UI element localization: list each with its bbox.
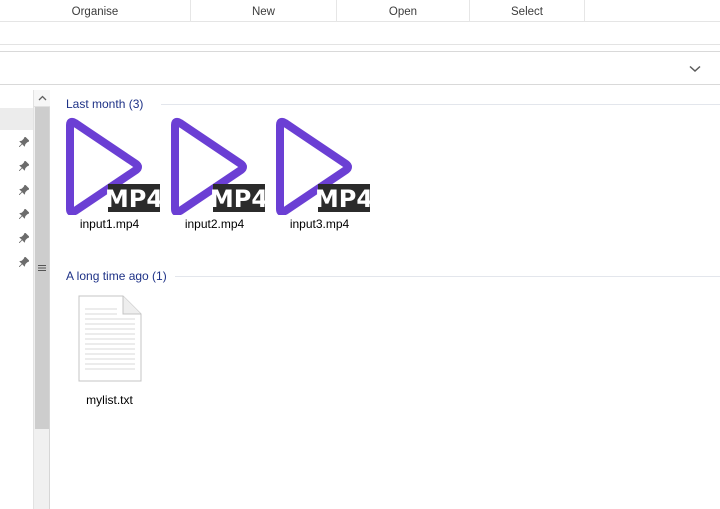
mp4-badge: MP4 [314,185,369,213]
file-name: input1.mp4 [79,217,140,231]
scroll-up-arrow-icon [38,95,46,101]
pin-icon [19,209,29,219]
file-item[interactable]: MP4 input1.mp4 [57,117,162,231]
mp4-video-file-icon: MP4 [170,117,265,215]
ribbon-group-open: Open [337,0,470,22]
nav-scrollbar[interactable] [33,90,50,509]
mp4-video-file-icon: MP4 [65,117,160,215]
ribbon-group-labels: Organise New Open Select [0,0,720,22]
file-item[interactable]: MP4 input2.mp4 [162,117,267,231]
address-bar[interactable] [0,51,720,85]
group-title: A long time ago (1) [66,269,167,283]
group-header-long-time-ago[interactable]: A long time ago (1) [66,268,167,284]
nav-selected-item[interactable] [0,108,33,130]
scroll-thumb[interactable] [35,107,49,429]
ribbon-group-organise: Organise [0,0,191,22]
ribbon-group-select: Select [470,0,585,22]
pin-icon [19,233,29,243]
pin-icon [19,257,29,267]
group-title: Last month (3) [66,97,144,111]
group-divider [161,104,720,105]
pin-icon [19,185,29,195]
toolbar-strip [0,23,720,45]
pin-icon [19,161,29,171]
scroll-up-button[interactable] [34,90,50,107]
text-document-icon [78,295,141,382]
grip-icon [38,265,46,271]
group-header-last-month[interactable]: Last month (3) [66,96,143,112]
ribbon-group-new: New [191,0,337,22]
address-dropdown-button[interactable] [686,60,704,78]
file-name: input3.mp4 [289,217,350,231]
file-list-content: Last month (3) MP4 input1.mp4 MP4 input2… [51,90,720,509]
file-item[interactable]: mylist.txt [57,295,162,407]
group-divider [175,276,720,277]
file-name: input2.mp4 [184,217,245,231]
mp4-badge: MP4 [209,185,264,213]
chevron-down-icon [689,65,701,73]
mp4-video-file-icon: MP4 [275,117,370,215]
pin-icon [19,137,29,147]
file-name: mylist.txt [86,393,133,407]
file-item[interactable]: MP4 input3.mp4 [267,117,372,231]
mp4-badge: MP4 [104,185,159,213]
navigation-pane [0,90,33,509]
